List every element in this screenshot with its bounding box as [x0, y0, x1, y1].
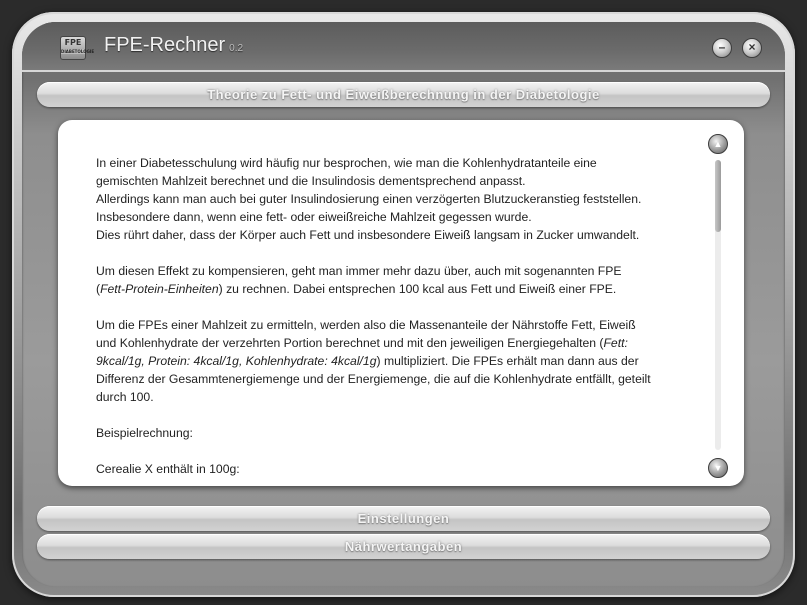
text-line: Differenz der Gesammtenergiemenge und de… [96, 372, 651, 386]
text-line: Um diesen Effekt zu kompensieren, geht m… [96, 264, 622, 278]
scroll-track[interactable] [715, 160, 721, 450]
text-fragment: und Kohlenhydrate der verzehrten Portion… [96, 336, 604, 350]
window-body: FPE DIABETOLOGIE FPE-Rechner 0.2 – × Theo… [22, 22, 785, 587]
text-fragment: ) multipliziert. Die FPEs erhält man dan… [376, 354, 639, 368]
arrow-up-icon: ▲ [713, 139, 723, 149]
close-icon: × [748, 40, 756, 54]
text-line: Dies rührt daher, dass der Körper auch F… [96, 228, 640, 242]
text-line: Cerealie X enthält in 100g: [96, 462, 240, 476]
paragraph-example-heading: Beispielrechnung: [96, 424, 696, 442]
close-button[interactable]: × [742, 38, 762, 58]
text-line: 9kcal/1g, Protein: 4kcal/1g, Kohlenhydra… [96, 352, 696, 370]
logo-text: FPE [64, 38, 82, 47]
text-line: In einer Diabetesschulung wird häufig nu… [96, 156, 597, 170]
minimize-icon: – [718, 40, 726, 54]
paragraph-intro: In einer Diabetesschulung wird häufig nu… [96, 154, 696, 244]
scroll-down-button[interactable]: ▼ [708, 458, 728, 478]
nutrition-section-button[interactable]: Nährwertangaben [37, 534, 770, 559]
text-line: gemischten Mahlzeit berechnet und die In… [96, 174, 526, 188]
text-line: Allerdings kann man auch bei guter Insul… [96, 192, 642, 206]
text-line: Um die FPEs einer Mahlzeit zu ermitteln,… [96, 318, 636, 332]
app-logo-icon: FPE DIABETOLOGIE [60, 36, 95, 60]
theory-text: In einer Diabetesschulung wird häufig nu… [96, 154, 696, 486]
app-title: FPE-Rechner 0.2 [104, 34, 243, 57]
italic-term: Fett-Protein-Einheiten [100, 282, 219, 296]
logo-subtext: DIABETOLOGIE [61, 49, 95, 54]
vertical-scrollbar[interactable]: ▲ ▼ [706, 134, 730, 478]
italic-term: 9kcal/1g, Protein: 4kcal/1g, Kohlenhydra… [96, 354, 377, 368]
scroll-thumb[interactable] [715, 160, 721, 232]
text-line: und Kohlenhydrate der verzehrten Portion… [96, 334, 696, 352]
app-title-text: FPE-Rechner [104, 34, 226, 56]
paragraph-fpe-definition: Um diesen Effekt zu kompensieren, geht m… [96, 262, 696, 298]
app-window: FPE DIABETOLOGIE FPE-Rechner 0.2 – × Theo… [12, 12, 795, 597]
italic-term: Fett: [603, 336, 628, 350]
minimize-button[interactable]: – [712, 38, 732, 58]
title-bar[interactable]: FPE DIABETOLOGIE FPE-Rechner 0.2 – × [22, 22, 785, 72]
text-line: Beispielrechnung: [96, 426, 193, 440]
scroll-up-button[interactable]: ▲ [708, 134, 728, 154]
text-line: durch 100. [96, 390, 154, 404]
theory-section-button[interactable]: Theorie zu Fett- und Eiweißberechnung in… [37, 82, 770, 107]
desktop: FPE DIABETOLOGIE FPE-Rechner 0.2 – × Theo… [0, 0, 807, 605]
theory-content-panel: In einer Diabetesschulung wird häufig nu… [58, 120, 744, 486]
text-line: (Fett-Protein-Einheiten) zu rechnen. Dab… [96, 280, 696, 298]
paragraph-example-item: Cerealie X enthält in 100g: [96, 460, 696, 478]
arrow-down-icon: ▼ [713, 463, 723, 473]
text-line: Insbesondere dann, wenn eine fett- oder … [96, 210, 532, 224]
paragraph-fpe-calculation: Um die FPEs einer Mahlzeit zu ermitteln,… [96, 316, 696, 406]
app-version: 0.2 [229, 43, 244, 54]
text-fragment: ) zu rechnen. Dabei entsprechen 100 kcal… [218, 282, 617, 296]
settings-section-button[interactable]: Einstellungen [37, 506, 770, 531]
